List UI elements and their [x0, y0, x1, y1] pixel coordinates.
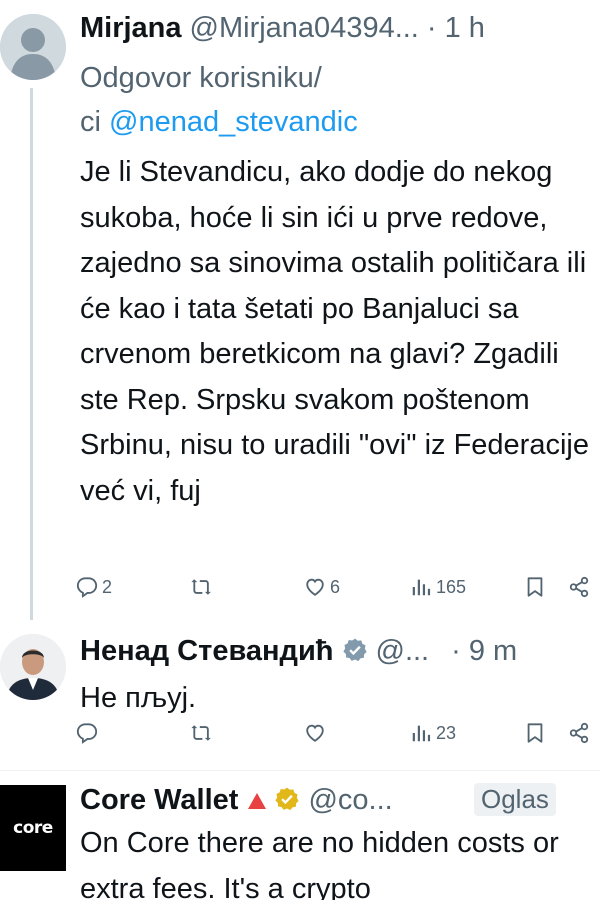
- reply-icon: [76, 577, 98, 598]
- action-bar: 23: [76, 722, 600, 758]
- tweet-text: Je li Stevandicu, ako dodje do nekog suk…: [80, 156, 589, 507]
- like-button[interactable]: 6: [304, 576, 340, 598]
- tweet-header: Ненад Стевандић @... · 9 m: [80, 634, 517, 668]
- avatar-stevandic[interactable]: [0, 634, 66, 700]
- bookmark-button[interactable]: [524, 722, 546, 744]
- views-button[interactable]: 23: [410, 722, 456, 744]
- tweet-header: Core Wallet @co...: [80, 783, 393, 817]
- views-icon: [412, 725, 431, 742]
- views-count: 23: [436, 722, 457, 743]
- heart-icon: [306, 724, 324, 742]
- bookmark-icon: [527, 577, 543, 597]
- author-handle[interactable]: @...: [376, 635, 430, 668]
- action-bar: 2 6 165: [76, 576, 600, 612]
- author-handle[interactable]: @co...: [308, 784, 392, 817]
- reply-mention-link[interactable]: @nenad_stevandic: [109, 106, 358, 138]
- retweet-button[interactable]: [190, 576, 216, 598]
- avatar-core-wallet[interactable]: core: [0, 785, 66, 871]
- views-button[interactable]: 165: [410, 576, 466, 598]
- author-name[interactable]: Ненад Стевандић: [80, 635, 334, 668]
- tweet-stevandic[interactable]: Ненад Стевандић @... · 9 m Не пљуј. 23: [0, 620, 600, 770]
- verified-badge-icon[interactable]: [342, 637, 368, 663]
- tweet-text: Не пљуј.: [80, 682, 197, 714]
- thread-line: [30, 88, 33, 620]
- share-icon: [569, 722, 589, 744]
- reply-button[interactable]: [76, 722, 102, 744]
- author-name[interactable]: Mirjana: [80, 12, 182, 45]
- timestamp[interactable]: · 1 h: [427, 12, 485, 45]
- views-count: 165: [436, 576, 467, 597]
- reply-prefix: Odgovor korisniku/: [80, 62, 322, 94]
- tweet-core-wallet-ad[interactable]: core Core Wallet @co... Oglas On Core th…: [0, 771, 600, 900]
- default-avatar-icon: [0, 14, 66, 80]
- reply-icon: [76, 723, 98, 744]
- ad-label: Oglas: [474, 783, 556, 816]
- views-icon: [412, 579, 431, 596]
- retweet-button[interactable]: [190, 722, 216, 744]
- retweet-icon: [191, 579, 211, 595]
- verified-gold-badge-icon[interactable]: [274, 786, 300, 812]
- reply-count: 2: [102, 576, 113, 597]
- like-count: 6: [330, 576, 341, 597]
- retweet-icon: [191, 725, 211, 741]
- reply-button[interactable]: 2: [76, 576, 112, 598]
- tweet-header: Mirjana @Mirjana04394... · 1 h: [80, 12, 485, 45]
- profile-photo-icon: [0, 634, 66, 700]
- reply-context: Odgovor korisniku/ ci @nenad_stevandic: [80, 56, 358, 144]
- bookmark-icon: [527, 723, 543, 743]
- avalanche-logo-icon: [248, 793, 267, 809]
- avatar-mirjana[interactable]: [0, 14, 66, 80]
- core-logo-text: core: [13, 818, 53, 838]
- heart-icon: [306, 578, 324, 596]
- bookmark-button[interactable]: [524, 576, 546, 598]
- share-button[interactable]: [568, 576, 590, 598]
- author-handle[interactable]: @Mirjana04394...: [190, 12, 419, 45]
- timestamp[interactable]: · 9 m: [451, 635, 517, 668]
- share-icon: [569, 576, 589, 598]
- reply-prefix-cont: ci: [80, 106, 109, 138]
- like-button[interactable]: [304, 722, 330, 744]
- share-button[interactable]: [568, 722, 590, 744]
- author-name[interactable]: Core Wallet: [80, 784, 238, 817]
- tweet-mirjana[interactable]: Mirjana @Mirjana04394... · 1 h Odgovor k…: [0, 0, 600, 620]
- tweet-text: On Core there are no hidden costs or ext…: [80, 827, 559, 900]
